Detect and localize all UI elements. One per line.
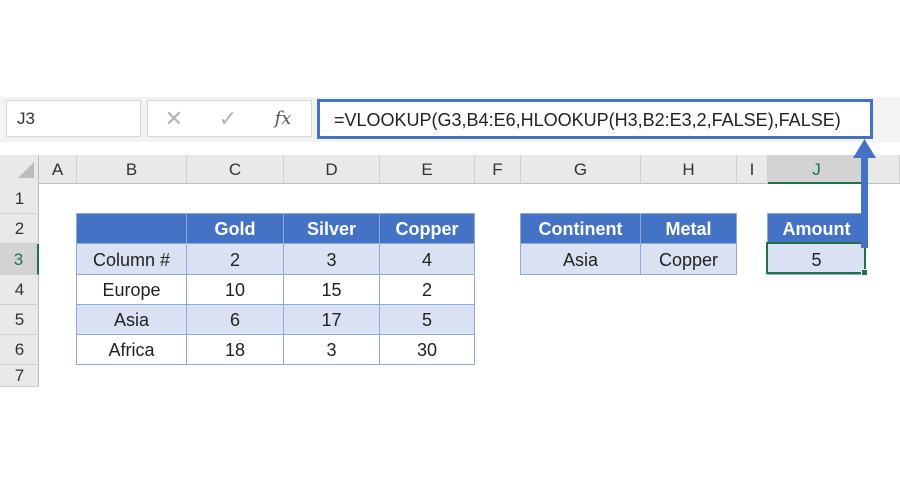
column-header-a[interactable]: A xyxy=(39,155,77,184)
lookup-cell[interactable]: 3 xyxy=(283,243,380,275)
lookup-cell[interactable]: 4 xyxy=(379,243,475,275)
arrow-icon xyxy=(853,139,876,248)
cancel-icon[interactable]: ✕ xyxy=(160,105,188,133)
lookup-cell[interactable]: 3 xyxy=(283,334,380,365)
lookup-cell[interactable]: 15 xyxy=(283,274,380,305)
input-cell-continent[interactable]: Asia xyxy=(520,243,641,275)
lookup-row-label[interactable]: Asia xyxy=(76,304,187,335)
lookup-cell[interactable]: 30 xyxy=(379,334,475,365)
row-header-3[interactable]: 3 xyxy=(0,244,39,275)
lookup-row-label[interactable]: Africa xyxy=(76,334,187,365)
lookup-cell[interactable]: 10 xyxy=(186,274,284,305)
column-header-d[interactable]: D xyxy=(284,155,380,184)
lookup-cell[interactable]: 2 xyxy=(186,243,284,275)
select-all-icon[interactable] xyxy=(18,162,34,178)
lookup-header-blank xyxy=(76,213,187,244)
lookup-header-copper: Copper xyxy=(379,213,475,244)
column-header-i[interactable]: I xyxy=(737,155,768,184)
lookup-row-label[interactable]: Column # xyxy=(76,243,187,275)
arrow-head xyxy=(853,139,876,158)
lookup-cell[interactable]: 5 xyxy=(379,304,475,335)
name-box[interactable]: J3 xyxy=(6,100,141,137)
column-header-h[interactable]: H xyxy=(641,155,737,184)
arrow-shaft xyxy=(861,156,868,248)
row-header-6[interactable]: 6 xyxy=(0,335,39,365)
formula-buttons: ✕ ✓ fx xyxy=(147,100,312,137)
input-header-metal: Metal xyxy=(640,213,737,244)
row-header-5[interactable]: 5 xyxy=(0,305,39,335)
column-header-c[interactable]: C xyxy=(187,155,284,184)
column-header-f[interactable]: F xyxy=(475,155,521,184)
lookup-cell[interactable]: 17 xyxy=(283,304,380,335)
fill-handle[interactable] xyxy=(861,269,868,276)
insert-function-icon[interactable]: fx xyxy=(268,105,298,133)
input-cell-metal[interactable]: Copper xyxy=(640,243,737,275)
row-header-4[interactable]: 4 xyxy=(0,275,39,305)
formula-input[interactable]: =VLOOKUP(G3,B4:E6,HLOOKUP(H3,B2:E3,2,FAL… xyxy=(317,99,873,139)
lookup-cell[interactable]: 18 xyxy=(186,334,284,365)
row-header-7[interactable]: 7 xyxy=(0,365,39,387)
lookup-cell[interactable]: 6 xyxy=(186,304,284,335)
column-header-g[interactable]: G xyxy=(521,155,641,184)
column-header-e[interactable]: E xyxy=(380,155,475,184)
row-header-1[interactable]: 1 xyxy=(0,184,39,214)
lookup-header-gold: Gold xyxy=(186,213,284,244)
column-header-b[interactable]: B xyxy=(77,155,187,184)
check-icon[interactable]: ✓ xyxy=(214,105,242,133)
lookup-row-label[interactable]: Europe xyxy=(76,274,187,305)
lookup-cell[interactable]: 2 xyxy=(379,274,475,305)
lookup-header-silver: Silver xyxy=(283,213,380,244)
row-header-2[interactable]: 2 xyxy=(0,214,39,244)
input-header-continent: Continent xyxy=(520,213,641,244)
